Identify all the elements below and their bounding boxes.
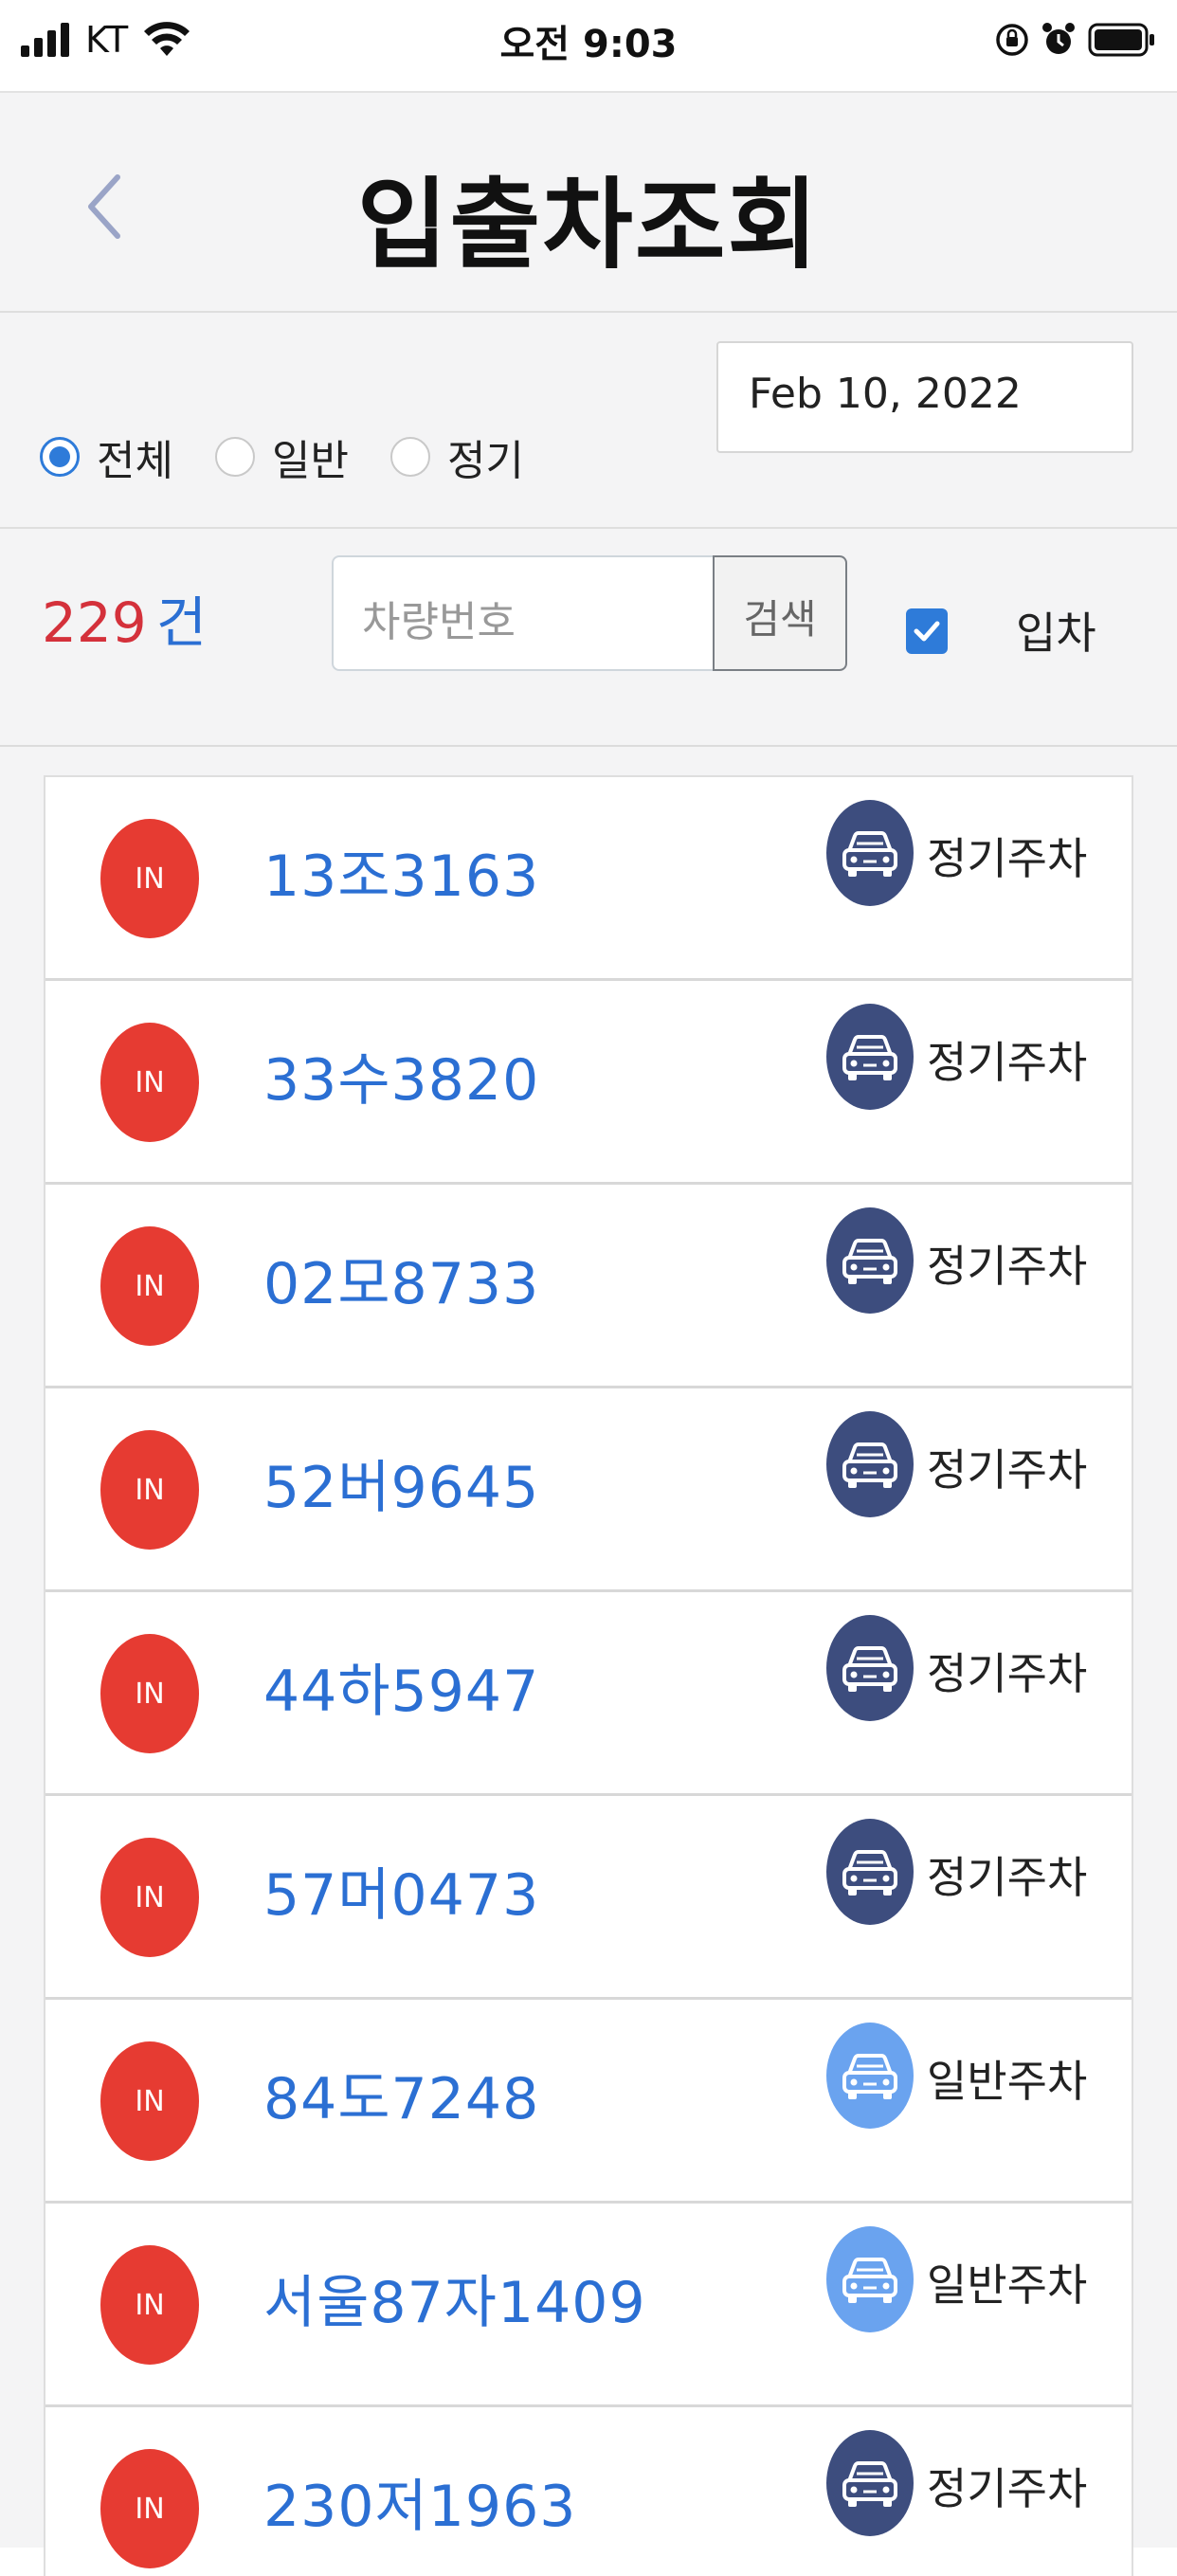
list-item[interactable]: IN 57머0473 정기주차 bbox=[45, 1796, 1132, 2000]
type-filter-group: 전체 일반 정기 bbox=[40, 426, 566, 487]
parking-type-label: 정기주차 bbox=[927, 1648, 1088, 1699]
list-item[interactable]: IN 13조3163 정기주차 bbox=[45, 777, 1132, 981]
radio-button[interactable] bbox=[40, 437, 80, 477]
date-picker[interactable]: Feb 10, 2022 bbox=[716, 341, 1133, 453]
plate-number[interactable]: 57머0473 bbox=[263, 1849, 539, 1932]
parking-type-label: 정기주차 bbox=[927, 1037, 1088, 1088]
rotation-lock-icon bbox=[996, 24, 1028, 56]
plate-number[interactable]: 230저1963 bbox=[263, 2460, 576, 2543]
vehicle-list: IN 13조3163 정기주차 IN 33수3820 정기주차 IN 02모87… bbox=[44, 775, 1133, 2576]
alarm-icon bbox=[1042, 23, 1075, 54]
car-icon bbox=[826, 2226, 914, 2332]
list-item[interactable]: IN 230저1963 정기주차 bbox=[45, 2407, 1132, 2576]
car-icon bbox=[826, 1207, 914, 1314]
plate-number[interactable]: 서울87자1409 bbox=[263, 2257, 646, 2339]
radio-all[interactable]: 전체 bbox=[40, 426, 173, 487]
car-icon bbox=[826, 800, 914, 906]
in-badge: IN bbox=[100, 2041, 199, 2161]
parking-type-label: 정기주차 bbox=[927, 833, 1088, 884]
list-item[interactable]: IN 44하5947 정기주차 bbox=[45, 1592, 1132, 1796]
app-screen: 입출차조회 전체 일반 정기 Feb 10, 2022 229 건 차량번호 검색 bbox=[0, 91, 1177, 2576]
result-count: 229 건 bbox=[42, 578, 207, 658]
car-icon bbox=[826, 1819, 914, 1925]
plate-number[interactable]: 33수3820 bbox=[263, 1034, 539, 1116]
radio-label: 일반 bbox=[271, 437, 349, 485]
page-title: 입출차조회 bbox=[356, 167, 821, 282]
plate-search-input[interactable]: 차량번호 bbox=[332, 555, 715, 671]
filter-bar: 전체 일반 정기 Feb 10, 2022 bbox=[0, 313, 1177, 529]
car-icon bbox=[826, 1004, 914, 1110]
plate-number[interactable]: 13조3163 bbox=[263, 830, 539, 913]
checkmark-icon bbox=[914, 621, 940, 642]
parking-type-label: 정기주차 bbox=[927, 2463, 1088, 2514]
car-icon bbox=[826, 1615, 914, 1721]
battery-icon bbox=[1088, 23, 1154, 57]
status-bar: KT 오전 9:03 bbox=[0, 0, 1177, 91]
in-badge: IN bbox=[100, 1023, 199, 1142]
parking-type-label: 정기주차 bbox=[927, 1241, 1088, 1292]
in-badge: IN bbox=[100, 1634, 199, 1753]
car-icon bbox=[826, 1411, 914, 1517]
parking-type-label: 일반주차 bbox=[927, 2056, 1088, 2107]
search-button[interactable]: 검색 bbox=[713, 555, 847, 671]
plate-number[interactable]: 44하5947 bbox=[263, 1645, 539, 1728]
list-item[interactable]: IN 02모8733 정기주차 bbox=[45, 1185, 1132, 1388]
parking-type-label: 정기주차 bbox=[927, 1852, 1088, 1903]
car-icon bbox=[826, 2023, 914, 2129]
list-item[interactable]: IN 84도7248 일반주차 bbox=[45, 2000, 1132, 2204]
in-badge: IN bbox=[100, 1226, 199, 1346]
radio-general[interactable]: 일반 bbox=[214, 426, 349, 487]
list-item[interactable]: IN 33수3820 정기주차 bbox=[45, 981, 1132, 1185]
in-badge: IN bbox=[100, 2449, 199, 2568]
plate-number[interactable]: 02모8733 bbox=[263, 1238, 539, 1320]
car-icon bbox=[826, 2430, 914, 2536]
in-badge: IN bbox=[100, 1430, 199, 1550]
parking-type-label: 일반주차 bbox=[927, 2259, 1088, 2311]
in-badge: IN bbox=[100, 819, 199, 938]
count-number: 229 bbox=[42, 590, 147, 655]
plate-number[interactable]: 84도7248 bbox=[263, 2053, 539, 2135]
radio-label: 정기 bbox=[446, 437, 524, 485]
radio-button[interactable] bbox=[389, 437, 430, 477]
in-badge: IN bbox=[100, 2245, 199, 2365]
radio-label: 전체 bbox=[97, 437, 173, 485]
page-header: 입출차조회 bbox=[0, 93, 1177, 313]
status-right bbox=[995, 17, 1156, 63]
list-item[interactable]: IN 서울87자1409 일반주차 bbox=[45, 2204, 1132, 2407]
search-bar: 229 건 차량번호 검색 입차 bbox=[0, 529, 1177, 747]
parking-type-label: 정기주차 bbox=[927, 1444, 1088, 1496]
plate-number[interactable]: 52버9645 bbox=[263, 1442, 539, 1524]
radio-button[interactable] bbox=[214, 437, 255, 477]
in-badge: IN bbox=[100, 1838, 199, 1957]
entry-checkbox-label: 입차 bbox=[1016, 608, 1096, 659]
entry-checkbox[interactable] bbox=[906, 608, 948, 654]
count-unit: 건 bbox=[155, 590, 208, 655]
list-item[interactable]: IN 52버9645 정기주차 bbox=[45, 1388, 1132, 1592]
radio-regular[interactable]: 정기 bbox=[389, 426, 524, 487]
